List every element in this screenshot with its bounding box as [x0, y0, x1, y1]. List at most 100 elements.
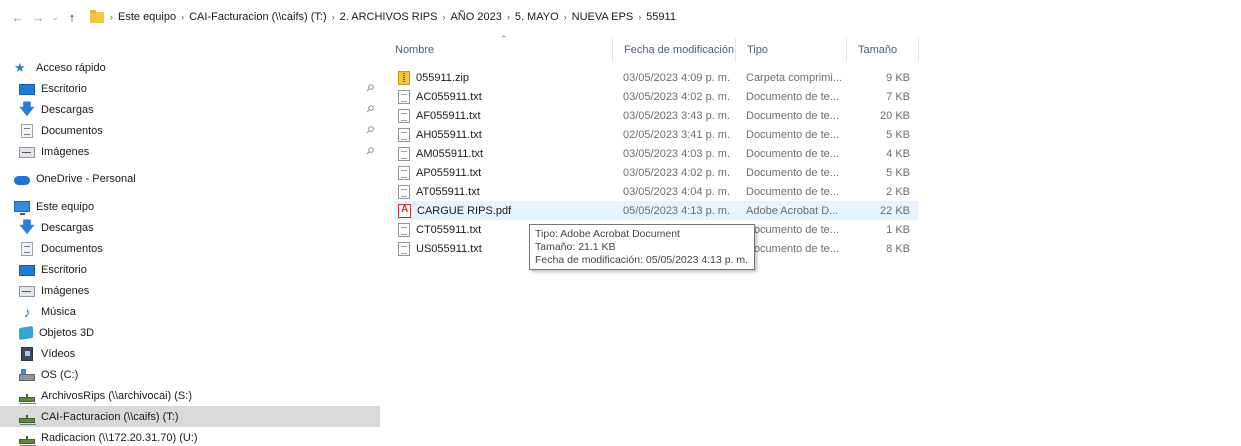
sidebar-item-documentos-pinned[interactable]: Documentos ⚲ — [0, 120, 380, 141]
sidebar-item-imagenes-pinned[interactable]: Imágenes ⚲ — [0, 141, 380, 162]
file-name: AF055911.txt — [416, 109, 481, 122]
file-type: Carpeta comprimi... — [746, 71, 842, 84]
sidebar-item-escritorio-pinned[interactable]: Escritorio ⚲ — [0, 78, 380, 99]
sidebar-item-label: Vídeos — [41, 347, 76, 360]
sidebar-item-label: Radicacion (\\172.20.31.70) (U:) — [41, 431, 198, 444]
sidebar-item-label: Documentos — [41, 124, 103, 137]
file-type: Documento de te... — [746, 166, 839, 179]
file-info-tooltip: Tipo: Adobe Acrobat Document Tamaño: 21.… — [529, 224, 755, 270]
pin-icon: ⚲ — [363, 145, 377, 158]
desktop-icon — [19, 264, 35, 276]
tooltip-size: Tamaño: 21.1 KB — [535, 241, 616, 253]
sidebar-item-descargas-pinned[interactable]: 🡇 Descargas ⚲ — [0, 99, 380, 120]
sidebar-item-videos[interactable]: Vídeos — [0, 343, 380, 364]
file-name: AC055911.txt — [416, 90, 482, 103]
chevron-down-icon[interactable]: ⌄ — [48, 7, 62, 27]
folder-icon — [90, 9, 104, 23]
breadcrumb-item[interactable]: CAI-Facturacion (\\caifs) (T:) — [186, 11, 330, 23]
file-size: 5 KB — [886, 166, 910, 179]
breadcrumb-item[interactable]: Este equipo — [115, 11, 179, 23]
sidebar-item-objetos-3d[interactable]: Objetos 3D — [0, 322, 380, 343]
desktop-icon — [19, 83, 35, 95]
breadcrumb-item[interactable]: 2. ARCHIVOS RIPS — [337, 11, 441, 23]
file-date: 05/05/2023 4:13 p. m. — [623, 204, 731, 217]
file-type: Adobe Acrobat D... — [746, 204, 839, 217]
file-size: 20 KB — [880, 109, 910, 122]
file-type: Documento de te... — [746, 128, 839, 141]
sidebar-item-cai-facturacion[interactable]: CAI-Facturacion (\\caifs) (T:) — [0, 406, 380, 427]
column-header-size[interactable]: Tamaño — [847, 38, 919, 62]
file-size: 4 KB — [886, 147, 910, 160]
tooltip-type: Tipo: Adobe Acrobat Document — [535, 228, 680, 240]
chevron-right-icon[interactable]: › — [636, 12, 643, 22]
text-file-icon — [398, 108, 410, 123]
breadcrumb-item[interactable]: 55911 — [643, 11, 679, 23]
sidebar-item-documentos[interactable]: Documentos — [0, 238, 380, 259]
pictures-icon — [19, 146, 35, 158]
videos-icon — [21, 346, 33, 361]
chevron-right-icon[interactable]: › — [108, 12, 115, 22]
file-date: 03/05/2023 4:03 p. m. — [623, 147, 731, 160]
chevron-right-icon[interactable]: › — [440, 12, 447, 22]
sort-ascending-icon: ⌃ — [500, 34, 508, 44]
sidebar-item-radicacion[interactable]: Radicacion (\\172.20.31.70) (U:) — [0, 427, 380, 446]
pdf-icon — [398, 203, 411, 218]
sidebar-item-os-c[interactable]: OS (C:) — [0, 364, 380, 385]
sidebar-item-escritorio[interactable]: Escritorio — [0, 259, 380, 280]
sidebar-item-label: Acceso rápido — [36, 61, 106, 74]
chevron-right-icon[interactable]: › — [330, 12, 337, 22]
file-row[interactable]: AP055911.txt 03/05/2023 4:02 p. m. Docum… — [394, 163, 918, 182]
column-header-type[interactable]: Tipo — [736, 38, 847, 62]
navigation-pane: ★ Acceso rápido Escritorio ⚲ 🡇 Descargas… — [0, 50, 384, 446]
music-icon: ♪ — [23, 303, 31, 320]
back-arrow-icon[interactable]: ← — [8, 7, 28, 27]
file-row[interactable]: AT055911.txt 03/05/2023 4:04 p. m. Docum… — [394, 182, 918, 201]
file-size: 22 KB — [880, 204, 910, 217]
sidebar-item-descargas[interactable]: 🡇 Descargas — [0, 217, 380, 238]
file-size: 7 KB — [886, 90, 910, 103]
file-type: Documento de te... — [746, 109, 839, 122]
sidebar-item-label: OS (C:) — [41, 368, 79, 381]
sidebar-item-label: Escritorio — [41, 82, 87, 95]
file-row[interactable]: 055911.zip 03/05/2023 4:09 p. m. Carpeta… — [394, 68, 918, 87]
sidebar-item-label: Objetos 3D — [39, 326, 95, 339]
file-row-hovered[interactable]: CARGUE RIPS.pdf 05/05/2023 4:13 p. m. Ad… — [394, 201, 918, 220]
text-file-icon — [398, 146, 410, 161]
chevron-right-icon[interactable]: › — [562, 12, 569, 22]
file-row[interactable]: AM055911.txt 03/05/2023 4:03 p. m. Docum… — [394, 144, 918, 163]
sidebar-item-label: OneDrive - Personal — [36, 172, 136, 185]
file-size: 2 KB — [886, 185, 910, 198]
column-header-label: Fecha de modificación — [624, 44, 735, 56]
sidebar-item-label: ArchivosRips (\\archivocai) (S:) — [41, 389, 192, 402]
sidebar-item-musica[interactable]: ♪ Música — [0, 301, 380, 322]
breadcrumb-item[interactable]: 5. MAYO — [512, 11, 562, 23]
column-header-modified[interactable]: Fecha de modificación — [613, 38, 736, 62]
file-name: AM055911.txt — [416, 147, 484, 160]
file-name: AP055911.txt — [416, 166, 482, 179]
file-row[interactable]: AF055911.txt 03/05/2023 3:43 p. m. Docum… — [394, 106, 918, 125]
file-name: AT055911.txt — [416, 185, 480, 198]
file-type: Documento de te... — [746, 185, 839, 198]
column-header-name[interactable]: Nombre ⌃ — [384, 34, 613, 62]
sidebar-item-archivosrips[interactable]: ArchivosRips (\\archivocai) (S:) — [0, 385, 380, 406]
sidebar-item-label: Escritorio — [41, 263, 87, 276]
sidebar-item-quick-access[interactable]: ★ Acceso rápido — [0, 57, 380, 78]
file-date: 03/05/2023 3:43 p. m. — [623, 109, 731, 122]
breadcrumb-item[interactable]: NUEVA EPS — [569, 11, 637, 23]
chevron-right-icon[interactable]: › — [179, 12, 186, 22]
sidebar-item-label: Descargas — [41, 103, 94, 116]
chevron-right-icon[interactable]: › — [505, 12, 512, 22]
breadcrumb-item[interactable]: AÑO 2023 — [447, 11, 504, 23]
column-header-label: Tamaño — [858, 44, 898, 56]
pin-icon: ⚲ — [363, 124, 377, 137]
sidebar-item-este-equipo[interactable]: Este equipo — [0, 196, 380, 217]
sidebar-item-onedrive[interactable]: OneDrive - Personal — [0, 168, 380, 189]
text-file-icon — [398, 184, 410, 199]
file-row[interactable]: AH055911.txt 02/05/2023 3:41 p. m. Docum… — [394, 125, 918, 144]
sidebar-item-imagenes[interactable]: Imágenes — [0, 280, 380, 301]
breadcrumb[interactable]: › Este equipo › CAI-Facturacion (\\caifs… — [90, 9, 679, 23]
3d-objects-icon — [19, 325, 33, 340]
up-arrow-icon[interactable]: ↑ — [62, 7, 82, 27]
file-row[interactable]: AC055911.txt 03/05/2023 4:02 p. m. Docum… — [394, 87, 918, 106]
forward-arrow-icon[interactable]: → — [28, 7, 48, 27]
